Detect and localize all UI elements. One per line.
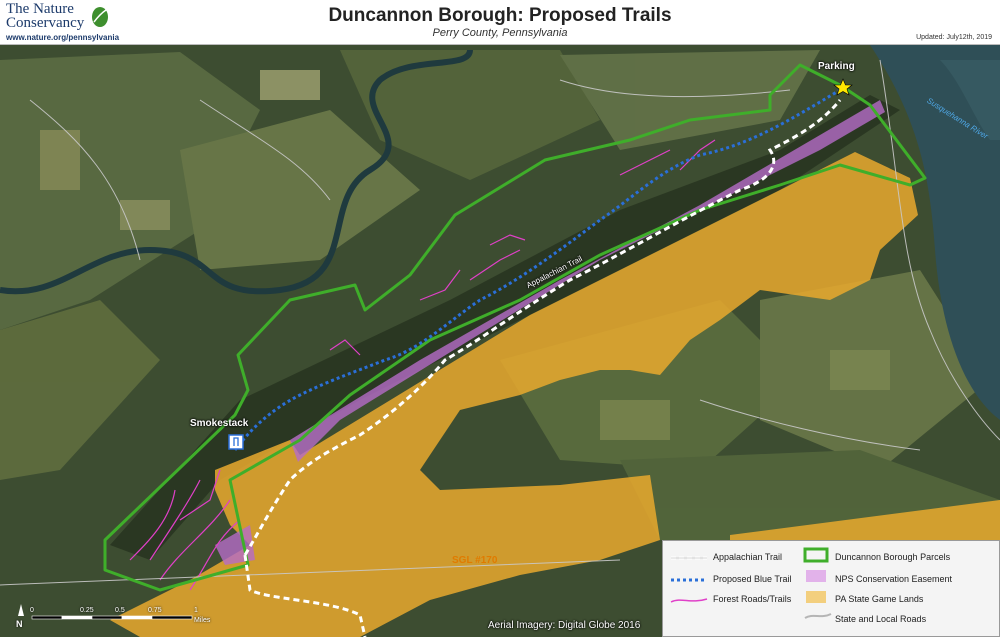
legend-nps-easement: NPS Conservation Easement [835,574,953,584]
legend-state-local-roads: State and Local Roads [835,614,927,624]
scale-tick-3: 0.75 [148,607,162,614]
blue-trail-symbol [671,578,707,582]
map-title: Duncannon Borough: Proposed Trails [328,5,672,26]
legend-game-lands: PA State Game Lands [835,594,924,604]
legend-duncannon-parcels: Duncannon Borough Parcels [835,552,951,562]
legend-appalachian-trail: Appalachian Trail [713,552,783,562]
appalachian-trail-symbol [671,556,707,560]
easement-symbol [806,570,826,582]
forest-roads-symbol [670,598,708,603]
scale-graphic [18,604,193,620]
imagery-credit: Aerial Imagery: Digital Globe 2016 [488,620,641,631]
north-label: N [16,619,23,629]
scale-bar: N 0 0.25 0.5 0.75 1 Miles [14,598,224,632]
legend-proposed-blue-trail: Proposed Blue Trail [713,574,792,584]
map-header: The Nature Conservancy www.nature.org/pe… [0,0,1000,45]
scale-tick-1: 0.25 [80,607,94,614]
updated-date: Updated: July12th, 2019 [916,34,992,41]
scale-unit: Miles [194,617,211,624]
scale-tick-2: 0.5 [115,607,125,614]
legend-forest-roads: Forest Roads/Trails [713,594,792,604]
parcels-symbol [803,547,829,563]
map-subtitle: Perry County, Pennsylvania [432,27,568,39]
north-arrow-icon [18,604,24,616]
smokestack-label: Smokestack [190,418,249,429]
game-lands-symbol [806,591,826,603]
scale-tick-4: 1 [194,607,198,614]
map-legend: Appalachian Trail Proposed Blue Trail Fo… [662,540,1000,637]
parking-label: Parking [818,61,855,72]
smokestack-marker[interactable] [228,434,244,450]
sgl-label: SGL #170 [452,555,498,566]
roads-symbol [804,613,832,619]
scale-tick-0: 0 [30,607,34,614]
